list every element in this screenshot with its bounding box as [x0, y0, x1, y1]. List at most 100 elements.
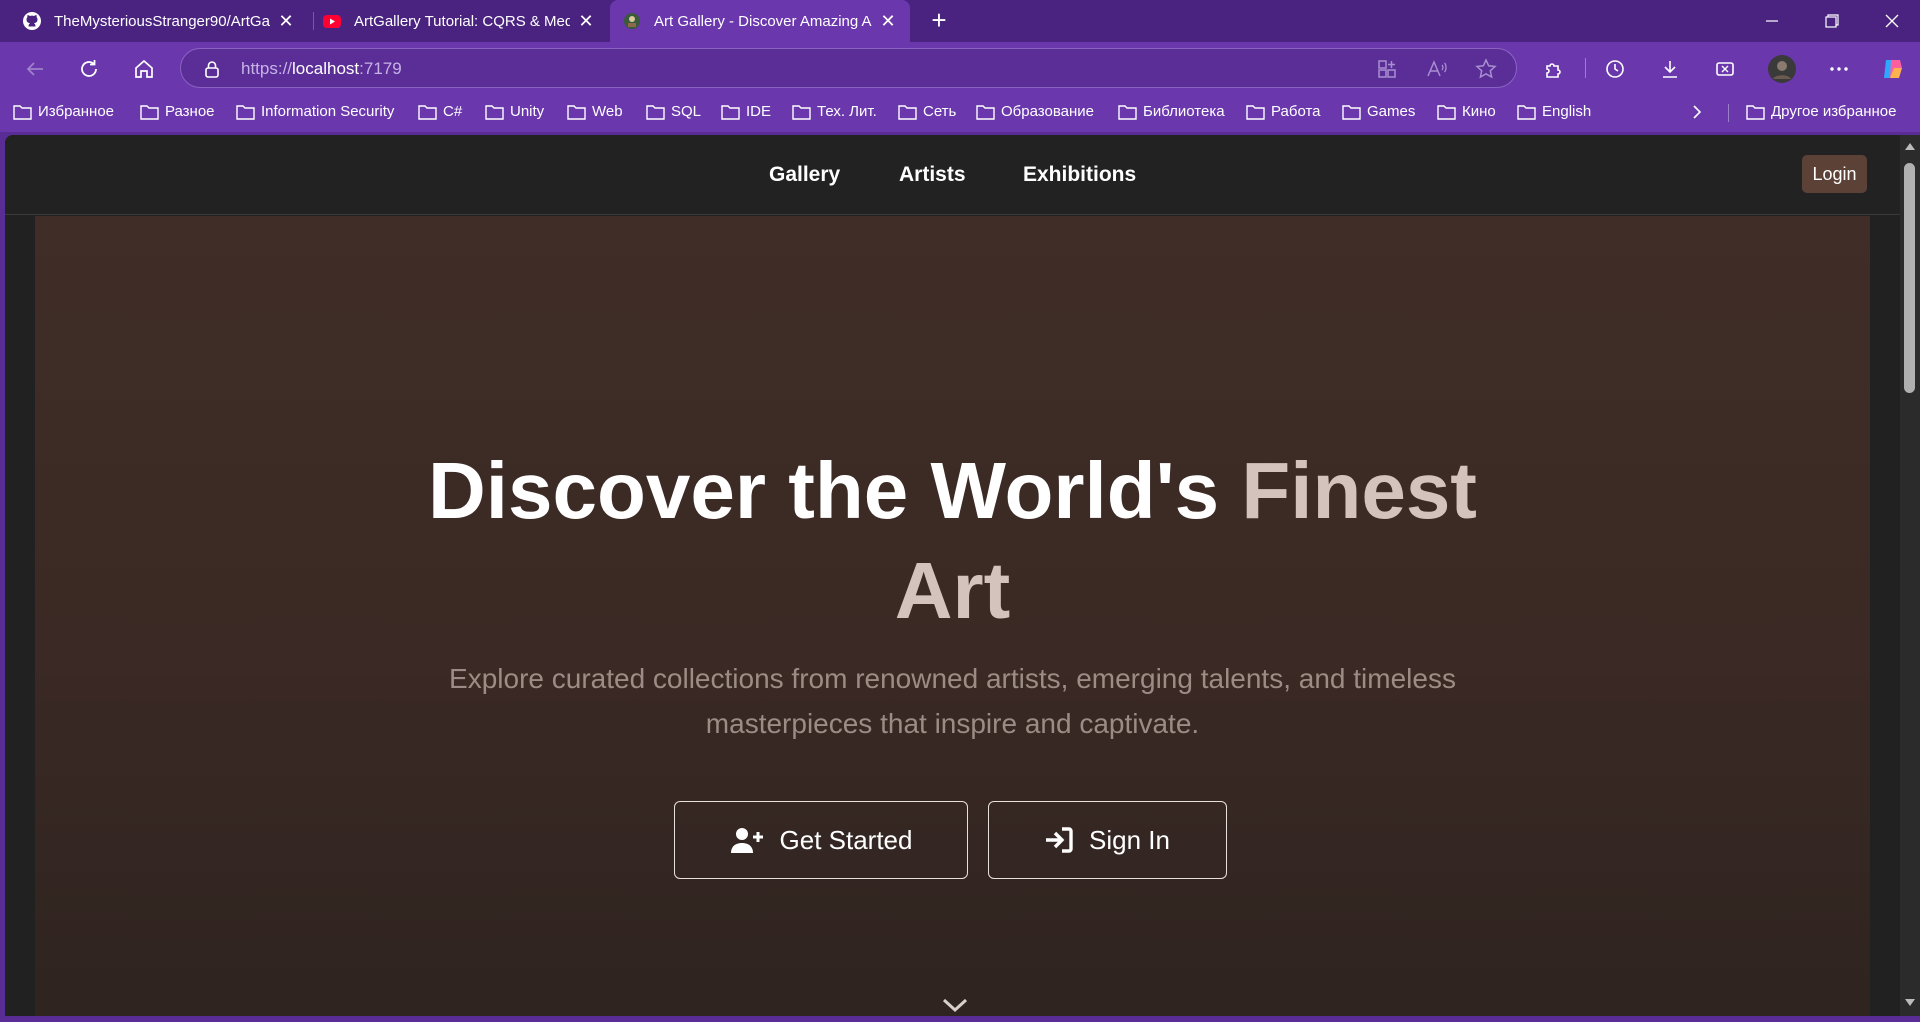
minimize-icon — [1766, 20, 1778, 22]
folder-icon — [721, 104, 740, 120]
folder-icon — [236, 104, 255, 120]
folder-icon — [140, 104, 159, 120]
nav-link-exhibitions[interactable]: Exhibitions — [1023, 163, 1136, 187]
browser-title-bar: TheMysteriousStranger90/ArtGallery ✕ Art… — [0, 0, 1920, 42]
bookmark-folder[interactable]: Information Security — [236, 103, 394, 120]
home-icon — [135, 59, 153, 78]
bookmark-folder[interactable]: Работа — [1246, 103, 1321, 120]
reload-icon — [81, 60, 97, 77]
bookmark-folder[interactable]: Кино — [1437, 103, 1496, 120]
address-bar[interactable]: https://localhost:7179 — [180, 48, 1517, 88]
nav-link-gallery[interactable]: Gallery — [769, 163, 840, 187]
bookmark-folder[interactable]: C# — [418, 103, 462, 120]
minimize-button[interactable] — [1742, 0, 1802, 42]
chevron-right-icon — [1693, 105, 1702, 119]
bookmark-folder[interactable]: Web — [567, 103, 623, 120]
user-plus-icon — [730, 828, 763, 853]
close-tab-icon[interactable]: ✕ — [276, 11, 296, 32]
hero-subtitle: Explore curated collections from renowne… — [449, 663, 1456, 739]
folder-icon — [1746, 104, 1765, 120]
back-button[interactable] — [18, 52, 52, 86]
github-icon — [22, 11, 42, 31]
screenshot-icon — [1716, 62, 1734, 76]
url-text: https://localhost:7179 — [241, 59, 402, 78]
scroll-down-arrow-icon[interactable] — [1905, 999, 1915, 1006]
site-navbar: Gallery Artists Exhibitions Login — [5, 135, 1900, 215]
nav-link-artists[interactable]: Artists — [899, 163, 966, 187]
folder-icon — [898, 104, 917, 120]
folder-icon — [13, 104, 32, 120]
bookmark-folder[interactable]: Образование — [976, 103, 1094, 120]
tab-youtube[interactable]: ArtGallery Tutorial: CQRS & MediatR ✕ — [310, 0, 608, 42]
lock-icon[interactable] — [201, 58, 223, 80]
bookmarks-bar: Избранное Разное Information Security C#… — [0, 94, 1920, 132]
folder-icon — [1246, 104, 1265, 120]
read-aloud-icon[interactable] — [1426, 58, 1448, 80]
folder-icon — [1517, 104, 1536, 120]
folder-icon — [1118, 104, 1137, 120]
tab-github[interactable]: TheMysteriousStranger90/ArtGallery ✕ — [10, 0, 308, 42]
app-available-icon[interactable] — [1376, 58, 1398, 80]
close-icon — [1885, 14, 1899, 28]
browser-toolbar: https://localhost:7179 — [0, 42, 1920, 94]
bookmark-folder[interactable]: IDE — [721, 103, 771, 120]
folder-icon — [646, 104, 665, 120]
new-tab-button[interactable]: + — [925, 7, 953, 35]
favorite-star-icon[interactable] — [1475, 58, 1497, 80]
screenshot-button[interactable] — [1708, 52, 1742, 86]
more-dots-icon — [1830, 67, 1848, 71]
home-button[interactable] — [127, 52, 161, 86]
folder-icon — [418, 104, 437, 120]
reload-button[interactable] — [72, 52, 106, 86]
scroll-down-chevron-icon[interactable] — [940, 994, 970, 1014]
bookmarks-divider — [1728, 104, 1729, 122]
toolbar-divider — [1585, 58, 1586, 78]
folder-icon — [1342, 104, 1361, 120]
download-icon — [1663, 61, 1677, 78]
bookmark-folder[interactable]: Тех. Лит. — [792, 103, 877, 120]
folder-icon — [1437, 104, 1456, 120]
close-tab-icon[interactable]: ✕ — [576, 11, 596, 32]
folder-icon — [976, 104, 995, 120]
folder-icon — [792, 104, 811, 120]
scroll-up-arrow-icon[interactable] — [1905, 143, 1915, 150]
bookmark-folder[interactable]: Games — [1342, 103, 1415, 120]
more-options-button[interactable] — [1822, 52, 1856, 86]
hero-section: Discover the World's Finest Art Explore … — [35, 216, 1870, 1016]
puzzle-icon — [1546, 63, 1561, 78]
close-tab-icon[interactable]: ✕ — [878, 11, 898, 32]
tab-art-gallery[interactable]: Art Gallery - Discover Amazing Art ✕ — [610, 0, 910, 42]
other-bookmarks-folder[interactable]: Другое избранное — [1746, 103, 1896, 120]
history-icon — [1606, 60, 1624, 78]
sign-in-button[interactable]: Sign In — [988, 801, 1227, 879]
bookmark-folder[interactable]: Избранное — [13, 103, 114, 120]
login-button[interactable]: Login — [1802, 155, 1867, 193]
tab-title: ArtGallery Tutorial: CQRS & MediatR — [354, 12, 570, 30]
bookmark-folder[interactable]: English — [1517, 103, 1591, 120]
copilot-icon — [1884, 60, 1902, 78]
folder-icon — [485, 104, 504, 120]
copilot-button[interactable] — [1876, 52, 1910, 86]
bookmark-folder[interactable]: Разное — [140, 103, 215, 120]
youtube-icon — [322, 11, 342, 31]
hero-title: Discover the World's Finest Art — [428, 446, 1477, 635]
bookmark-folder[interactable]: SQL — [646, 103, 701, 120]
restore-button[interactable] — [1802, 0, 1862, 42]
sign-in-icon — [1046, 827, 1073, 853]
get-started-button[interactable]: Get Started — [674, 801, 968, 879]
bookmarks-overflow-button[interactable] — [1691, 104, 1703, 120]
profile-avatar[interactable] — [1765, 52, 1799, 86]
history-button[interactable] — [1598, 52, 1632, 86]
page-scrollbar[interactable] — [1900, 135, 1920, 1016]
folder-icon — [567, 104, 586, 120]
close-window-button[interactable] — [1862, 0, 1920, 42]
bookmark-folder[interactable]: Unity — [485, 103, 544, 120]
art-gallery-icon — [622, 11, 642, 31]
bookmark-folder[interactable]: Сеть — [898, 103, 956, 120]
extensions-button[interactable] — [1537, 52, 1571, 86]
tab-title: Art Gallery - Discover Amazing Art — [654, 12, 872, 30]
bookmark-folder[interactable]: Библиотека — [1118, 103, 1225, 120]
scroll-thumb[interactable] — [1904, 163, 1915, 393]
downloads-button[interactable] — [1653, 52, 1687, 86]
tab-title: TheMysteriousStranger90/ArtGallery — [54, 12, 270, 30]
